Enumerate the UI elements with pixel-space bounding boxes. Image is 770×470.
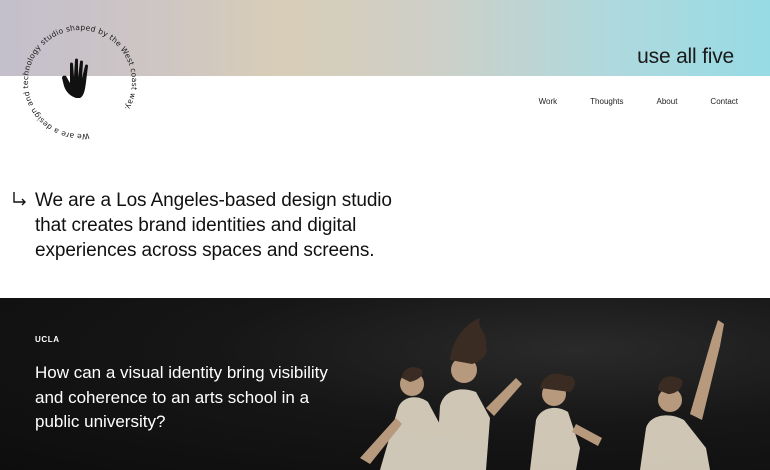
- arrow-down-right-icon: [13, 192, 26, 206]
- intro-section: We are a Los Angeles-based design studio…: [12, 188, 412, 263]
- nav-item-work[interactable]: Work: [539, 97, 558, 106]
- dancers-photo: [360, 318, 724, 470]
- nav-item-thoughts[interactable]: Thoughts: [590, 97, 623, 106]
- case-study-headline[interactable]: How can a visual identity bring visibili…: [35, 361, 335, 435]
- nav-item-about[interactable]: About: [657, 97, 678, 106]
- main-nav: Work Thoughts About Contact: [506, 97, 738, 106]
- intro-text: We are a Los Angeles-based design studio…: [35, 190, 392, 261]
- case-study-client: UCLA: [35, 335, 60, 344]
- studio-badge[interactable]: We are a design and technology studio sh…: [18, 20, 142, 144]
- badge-graphic: We are a design and technology studio sh…: [21, 23, 139, 141]
- nav-item-contact[interactable]: Contact: [710, 97, 738, 106]
- hand-icon: [62, 58, 88, 98]
- brand-logo-text[interactable]: use all five: [637, 45, 734, 69]
- featured-case-study[interactable]: UCLA How can a visual identity bring vis…: [0, 298, 770, 470]
